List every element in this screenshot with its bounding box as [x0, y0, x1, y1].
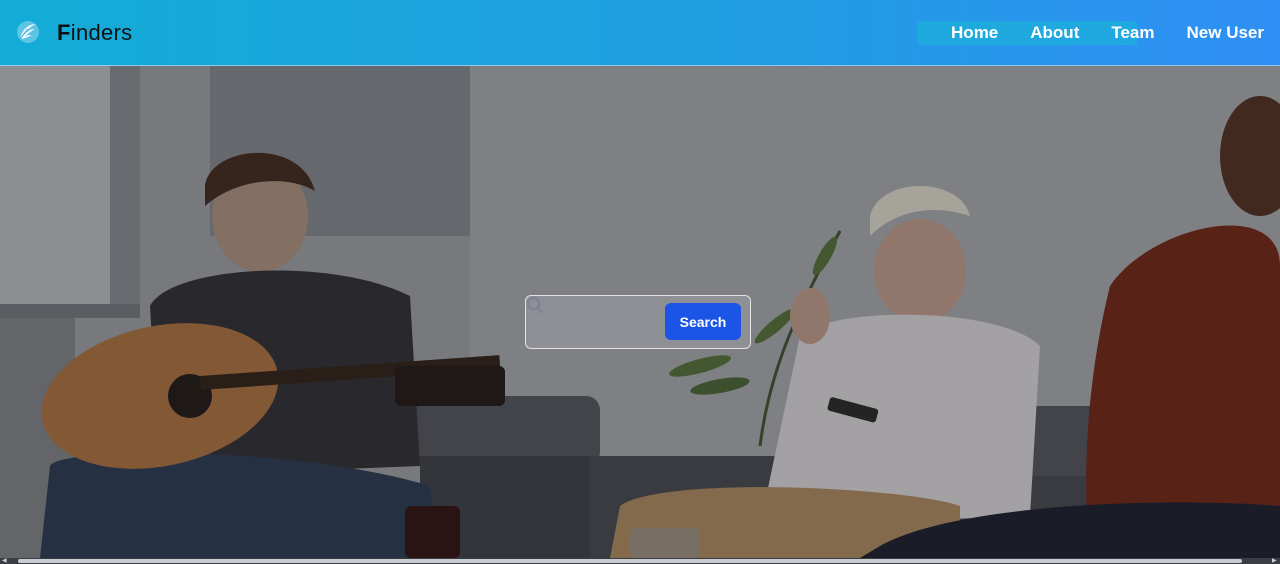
- nav-team[interactable]: Team: [1111, 22, 1154, 44]
- scroll-left-arrow-icon[interactable]: ◀: [2, 558, 8, 564]
- brand-rest: inders: [70, 20, 133, 45]
- nav-about[interactable]: About: [1030, 22, 1079, 44]
- search-icon: [526, 296, 544, 314]
- scrollbar-thumb[interactable]: [18, 559, 1242, 563]
- top-navbar: Finders Home About Team New User: [0, 0, 1280, 66]
- search-box: Search: [525, 295, 751, 349]
- scroll-right-arrow-icon[interactable]: ▶: [1272, 558, 1278, 564]
- hero-background-image: Search: [0, 66, 1280, 558]
- feather-logo-icon[interactable]: [16, 20, 40, 44]
- nav-highlight: [917, 21, 1138, 45]
- search-button[interactable]: Search: [665, 303, 741, 340]
- horizontal-scrollbar[interactable]: ◀ ▶: [0, 558, 1280, 564]
- nav-new-user[interactable]: New User: [1187, 22, 1264, 44]
- brand-name[interactable]: Finders: [57, 20, 132, 46]
- main-nav: Home About Team New User: [917, 21, 1264, 45]
- nav-home[interactable]: Home: [951, 22, 998, 44]
- brand-first-letter: F: [57, 20, 71, 45]
- search-city-input[interactable]: [567, 310, 663, 336]
